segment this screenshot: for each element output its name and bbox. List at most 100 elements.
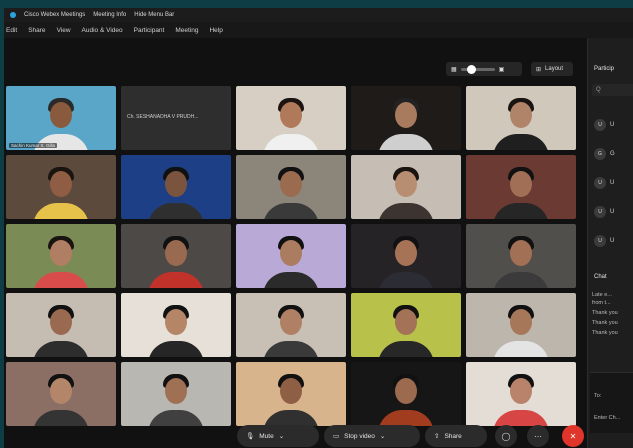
zoom-slider[interactable] bbox=[460, 64, 495, 74]
participant-body bbox=[493, 203, 549, 219]
participant-video-tile[interactable] bbox=[236, 155, 346, 219]
chevron-down-icon: ⌄ bbox=[278, 433, 285, 440]
chat-title: Chat bbox=[594, 274, 607, 280]
participant-face bbox=[280, 309, 302, 335]
hide-menu-bar-toggle[interactable]: Hide Menu Bar bbox=[134, 12, 174, 18]
participant-body bbox=[263, 134, 319, 150]
participant-row[interactable]: GG bbox=[594, 147, 633, 161]
participant-face bbox=[395, 309, 417, 335]
chat-message: Late e... bbox=[592, 292, 612, 298]
participant-video-tile[interactable] bbox=[351, 86, 461, 150]
participant-video-tile[interactable]: Sachin Kumar S. Gilla bbox=[6, 86, 116, 150]
participant-body bbox=[33, 410, 89, 426]
chat-input[interactable]: Enter Ch... bbox=[594, 415, 620, 421]
participant-face bbox=[50, 102, 72, 128]
participant-row[interactable]: UU bbox=[594, 205, 633, 219]
participant-video-tile[interactable] bbox=[351, 362, 461, 426]
participant-face bbox=[50, 171, 72, 197]
layout-label: Layout bbox=[545, 66, 564, 72]
participant-video-tile[interactable] bbox=[6, 155, 116, 219]
participant-face bbox=[165, 171, 187, 197]
participant-body bbox=[263, 272, 319, 288]
participant-name-label: Ch. SESHANADHA V PRUDH... bbox=[127, 114, 199, 120]
record-button[interactable]: ◯ bbox=[495, 425, 517, 447]
participant-video-tile[interactable] bbox=[6, 293, 116, 357]
participant-video-tile[interactable] bbox=[121, 224, 231, 288]
close-icon: ✕ bbox=[569, 431, 577, 441]
chat-message: Thank you bbox=[592, 310, 618, 316]
video-zoom-control[interactable]: ▦ ▣ bbox=[446, 62, 522, 76]
participant-body bbox=[263, 341, 319, 357]
participant-face bbox=[395, 378, 417, 404]
meeting-info-link[interactable]: Meeting Info bbox=[93, 12, 126, 18]
participant-video-tile[interactable] bbox=[121, 362, 231, 426]
participant-face bbox=[510, 102, 532, 128]
menu-share[interactable]: Share bbox=[28, 27, 45, 34]
menu-participant[interactable]: Participant bbox=[134, 27, 165, 34]
chat-message: Thank you bbox=[592, 330, 618, 336]
participant-row[interactable]: UU bbox=[594, 118, 633, 132]
video-grid: Sachin Kumar S. Gilla Ch. SESHANADHA V PR… bbox=[6, 86, 584, 426]
participant-video-tile[interactable] bbox=[466, 155, 576, 219]
participant-face bbox=[50, 378, 72, 404]
participant-body bbox=[33, 341, 89, 357]
avatar: U bbox=[594, 235, 606, 247]
menu-audio-video[interactable]: Audio & Video bbox=[82, 27, 123, 34]
participants-title: Particip bbox=[594, 66, 615, 72]
participant-video-tile[interactable] bbox=[236, 362, 346, 426]
grid-large-icon: ▣ bbox=[498, 66, 505, 73]
participant-body bbox=[493, 134, 549, 150]
participant-video-tile[interactable] bbox=[466, 86, 576, 150]
participant-face bbox=[280, 171, 302, 197]
participant-video-tile[interactable] bbox=[351, 155, 461, 219]
participant-face bbox=[280, 102, 302, 128]
participant-video-tile[interactable] bbox=[236, 86, 346, 150]
participant-video-tile[interactable] bbox=[236, 224, 346, 288]
participant-body bbox=[148, 203, 204, 219]
participant-body bbox=[33, 272, 89, 288]
mute-button[interactable]: 🎙 Mute ⌄ bbox=[237, 425, 319, 447]
microphone-icon: 🎙 bbox=[246, 433, 255, 440]
participant-video-tile[interactable] bbox=[121, 293, 231, 357]
video-camera-icon: ▭ bbox=[333, 433, 340, 440]
menu-help[interactable]: Help bbox=[209, 27, 222, 34]
avatar: U bbox=[594, 206, 606, 218]
chat-to-label: To: bbox=[594, 393, 602, 399]
participant-initial: U bbox=[610, 122, 615, 128]
participant-body bbox=[33, 203, 89, 219]
participant-row[interactable]: UU bbox=[594, 176, 633, 190]
participant-video-tile[interactable] bbox=[466, 362, 576, 426]
avatar: U bbox=[594, 177, 606, 189]
participant-video-tile[interactable] bbox=[466, 293, 576, 357]
participant-body bbox=[378, 272, 434, 288]
participant-row[interactable]: UU bbox=[594, 234, 633, 248]
chat-message: from t... bbox=[592, 300, 611, 306]
participant-face bbox=[165, 309, 187, 335]
participant-video-tile[interactable] bbox=[236, 293, 346, 357]
app-title: Cisco Webex Meetings bbox=[24, 12, 86, 18]
participant-face bbox=[395, 240, 417, 266]
participant-video-tile[interactable]: Ch. SESHANADHA V PRUDH... bbox=[121, 86, 231, 150]
participant-video-tile[interactable] bbox=[6, 224, 116, 288]
stop-video-label: Stop video bbox=[344, 432, 375, 440]
participant-video-tile[interactable] bbox=[6, 362, 116, 426]
participant-video-tile[interactable] bbox=[351, 293, 461, 357]
menu-meeting[interactable]: Meeting bbox=[175, 27, 198, 34]
end-meeting-button[interactable]: ✕ bbox=[562, 425, 584, 447]
participant-video-tile[interactable] bbox=[351, 224, 461, 288]
participant-video-tile[interactable] bbox=[466, 224, 576, 288]
share-button[interactable]: ⇧ Share bbox=[425, 425, 487, 447]
participant-face bbox=[50, 240, 72, 266]
stop-video-button[interactable]: ▭ Stop video ⌄ bbox=[324, 425, 420, 447]
participant-search-input[interactable]: Q bbox=[592, 84, 633, 96]
participant-face bbox=[165, 378, 187, 404]
participant-body bbox=[378, 203, 434, 219]
layout-button[interactable]: ⊞ Layout bbox=[531, 62, 573, 76]
avatar: U bbox=[594, 119, 606, 131]
menu-edit[interactable]: Edit bbox=[6, 27, 17, 34]
participant-video-tile[interactable] bbox=[121, 155, 231, 219]
menu-view[interactable]: View bbox=[57, 27, 71, 34]
menu-bar: Edit Share View Audio & Video Participan… bbox=[4, 22, 633, 38]
more-options-button[interactable]: ⋯ bbox=[527, 425, 549, 447]
grid-icon: ▦ bbox=[451, 66, 457, 73]
